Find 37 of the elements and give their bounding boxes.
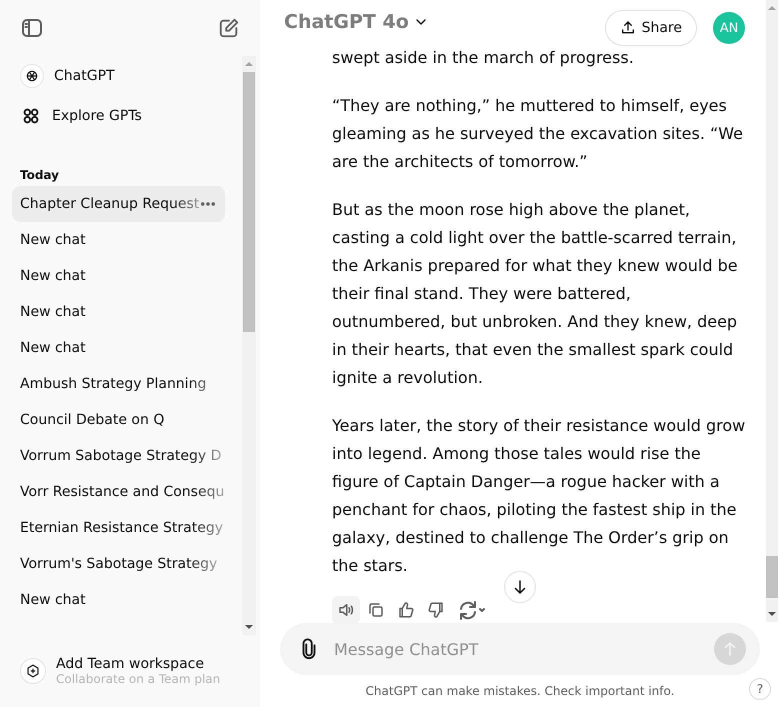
model-selector[interactable]: ChatGPT 4o [284,11,409,33]
chat-history-item[interactable]: New chat [12,294,225,330]
sidebar-nav-item[interactable]: Explore GPTs [12,96,234,136]
disclaimer-text: ChatGPT can make mistakes. Check important info. [366,684,674,698]
chat-history-item[interactable]: Vorrum's Sabotage Strategy [12,546,225,582]
message-paragraph: swept aside in the march of progress. [332,47,635,69]
thumbs-up-icon[interactable] [397,601,415,619]
copy-icon[interactable] [367,601,385,619]
new-chat-icon[interactable] [218,17,240,39]
chat-history-item[interactable]: Eternian Resistance Strategy [12,510,225,546]
message-paragraph: But as the moon rose high above the planet, casting a cold light over the battle-scarred terrain, the Arkanis prepared for what they knew would be their final stand. They were battered, outnumbered, but unbroken. And they knew, deep in their hearts, that even the smallest spark could ignite a revolution. [332,199,739,389]
sidebar-toggle-icon[interactable] [20,16,44,40]
message-composer[interactable]: Message ChatGPT [280,623,760,675]
chat-history-item[interactable]: Council Debate on Q [12,402,225,438]
scrollbar[interactable] [766,0,778,622]
chat-history-item[interactable]: Vorr Resistance and Consequ [12,474,225,510]
chat-history-item[interactable]: Vorrum Sabotage Strategy D [12,438,225,474]
share-button[interactable]: Share [604,10,697,46]
chat-history-item[interactable]: New chat [12,258,225,294]
add-team-workspace[interactable]: Add Team workspace Collaborate on a Team plan [0,635,260,707]
chat-history-item[interactable]: New chat [12,222,225,258]
chat-history-item[interactable]: New chat [12,582,225,618]
chat-history-item[interactable]: Chapter Cleanup Request [12,186,225,222]
message-field[interactable]: Message ChatGPT [334,629,700,669]
thumbs-down-icon[interactable] [427,601,445,619]
section-heading: Today [19,167,60,184]
scroll-down-button[interactable] [504,571,536,603]
scrollbar[interactable] [242,56,256,635]
sidebar-nav-item[interactable]: ChatGPT [12,56,234,96]
chat-history-item[interactable]: Ambush Strategy Planning [12,366,225,402]
message-paragraph: Years later, the story of their resistance would grow into legend. Among those tales would rise the figure of Captain Danger—a rogue hacker with a penchant for chaos, piloting the fastest ship in the galaxy, destined to challenge The Order’s grip on the stars. [332,415,746,577]
upload-icon [620,20,636,36]
hexagon-plus-icon [26,664,40,678]
help-button[interactable]: ? [749,678,771,700]
chat-history-item[interactable]: New chat [12,330,225,366]
message-paragraph: “They are nothing,” he muttered to himself, eyes gleaming as he surveyed the excavation sites. “We are the architects of tomorrow.” [332,95,744,173]
speaker-icon[interactable] [337,601,355,619]
